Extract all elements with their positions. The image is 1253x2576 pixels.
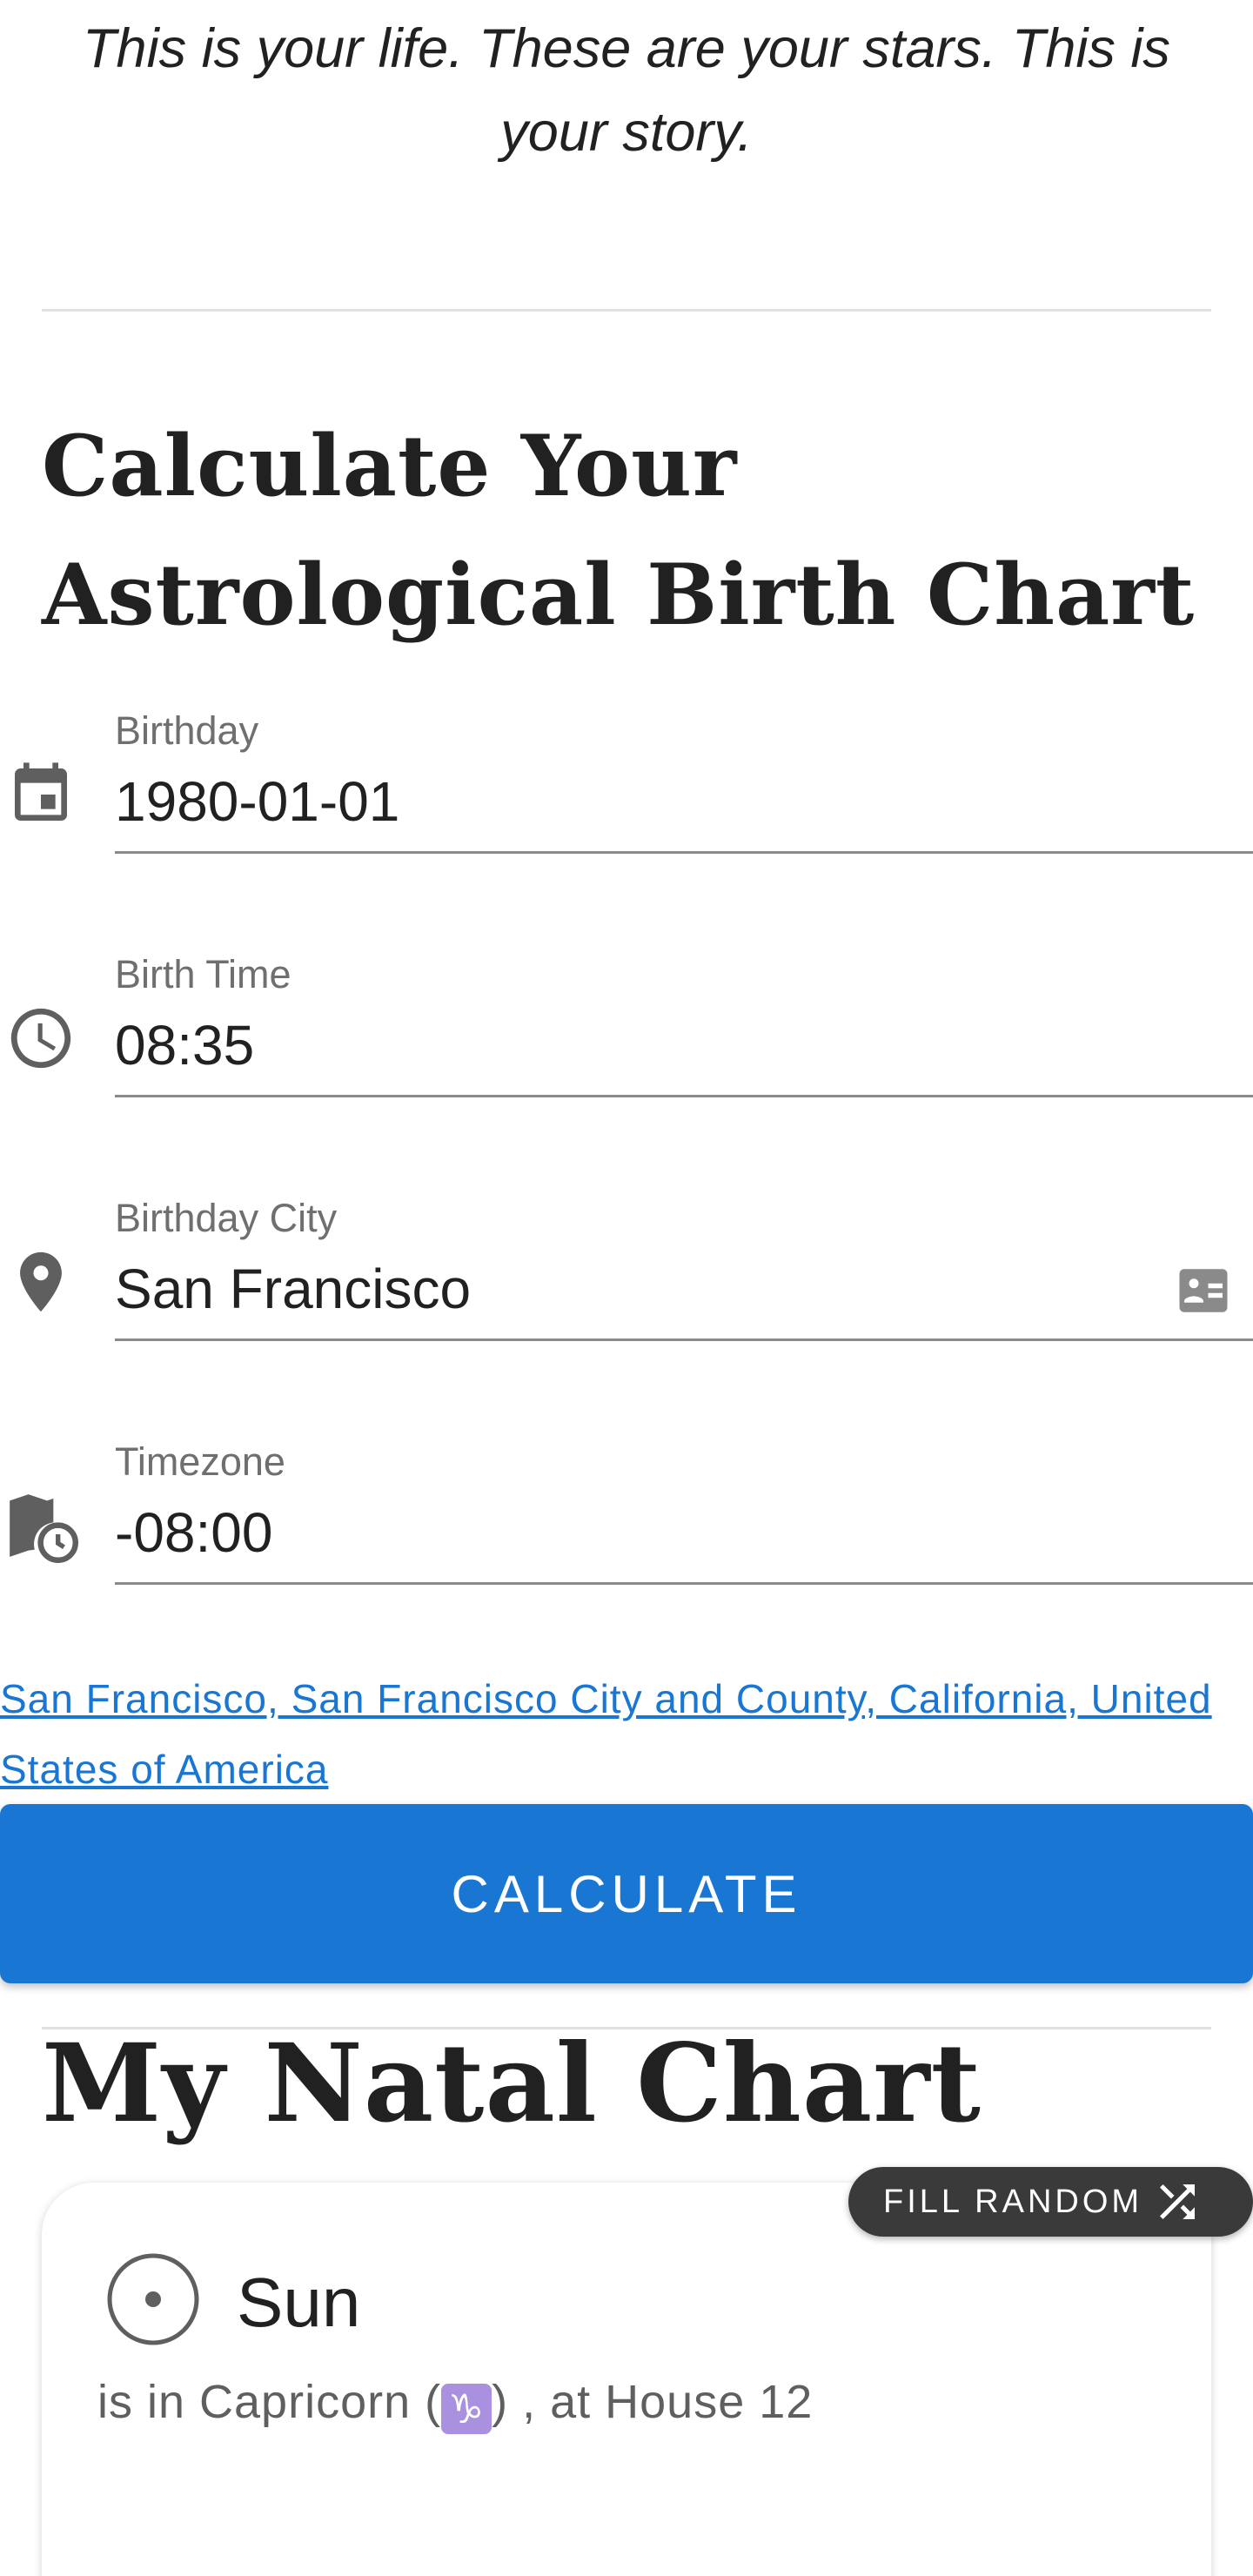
calculate-heading: Calculate Your Astrological Birth Chart (42, 417, 1196, 644)
birth-city-label: Birthday City (115, 1196, 338, 1240)
birth-city-field: Birthday City (0, 1191, 1253, 1347)
shuffle-icon (1151, 2176, 1203, 2228)
timezone-underline (115, 1582, 1253, 1585)
birth-time-input[interactable] (115, 1006, 1116, 1084)
map-clock-icon (3, 1488, 78, 1563)
location-pin-icon (3, 1244, 78, 1319)
calendar-icon (3, 757, 78, 832)
fill-random-button[interactable]: FILL RANDOM (848, 2167, 1253, 2237)
tagline: This is your life. These are your stars.… (83, 18, 1170, 163)
timezone-field: Timezone (0, 1434, 1253, 1591)
capricorn-icon: ♑ (441, 2384, 492, 2434)
contact-card-icon[interactable] (1173, 1260, 1234, 1321)
planet-sign-text: is in Capricorn ( (97, 2376, 442, 2428)
birthday-label: Birthday (115, 708, 259, 753)
location-link[interactable]: San Francisco, San Francisco City and Co… (0, 1664, 1218, 1805)
timezone-input[interactable] (115, 1493, 1116, 1572)
fill-random-label: FILL RANDOM (883, 2183, 1143, 2220)
birthday-input[interactable] (115, 762, 1116, 841)
natal-chart-heading: My Natal Chart (42, 2021, 982, 2147)
birthday-field: Birthday (0, 703, 1253, 860)
divider (42, 309, 1211, 312)
birth-time-underline (115, 1095, 1253, 1097)
birth-time-label: Birth Time (115, 952, 291, 996)
calculate-button[interactable]: CALCULATE (0, 1804, 1253, 1983)
planet-house-text: ) , at House 12 (492, 2376, 814, 2428)
birth-city-underline (115, 1338, 1253, 1341)
planet-name: Sun (237, 2264, 361, 2341)
clock-icon (3, 1001, 78, 1076)
birth-time-field: Birth Time (0, 947, 1253, 1104)
timezone-label: Timezone (115, 1439, 285, 1484)
birthday-underline (115, 851, 1253, 854)
planet-description: is in Capricorn (♑) , at House 12 (97, 2367, 813, 2437)
sun-icon (106, 2252, 200, 2346)
page: This is your life. These are your stars.… (0, 0, 1253, 2576)
birth-city-input[interactable] (115, 1250, 1116, 1328)
